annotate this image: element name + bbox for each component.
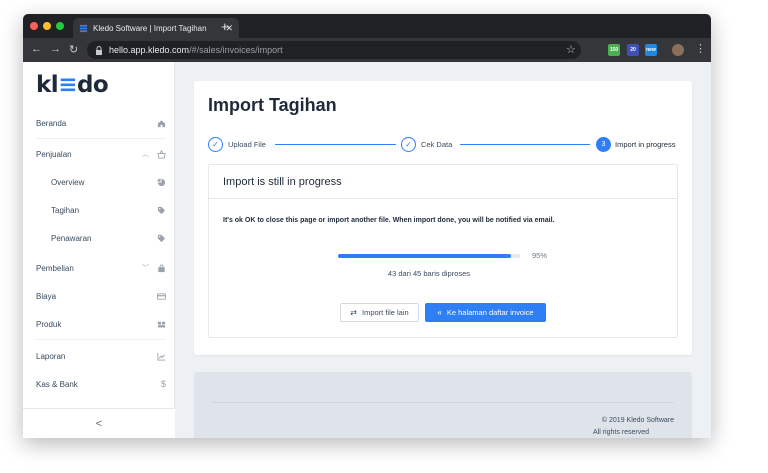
swap-icon: ⇄ <box>350 308 357 317</box>
chevron-down-icon: ﹀ <box>142 265 149 272</box>
lock-icon <box>96 45 102 55</box>
progress-caption: 43 dari 45 baris diproses <box>387 269 471 278</box>
step-connector <box>275 144 396 145</box>
tag-icon <box>157 234 166 242</box>
bookmark-star-icon[interactable]: ☆ <box>566 43 576 56</box>
logo-accent: ≡ <box>58 72 77 98</box>
kledo-favicon-icon <box>79 24 88 32</box>
sidebar-item-penawaran[interactable]: Penawaran <box>51 230 166 246</box>
progress-percent: 95% <box>532 251 548 260</box>
progress-panel: Import is still in progress It's ok OK t… <box>208 164 678 338</box>
sidebar-item-produk[interactable]: Produk <box>36 316 166 332</box>
import-stepper: ✓ Upload File ✓ Cek Data 3 Import in pro… <box>208 137 678 153</box>
sidebar-item-label: Biaya <box>36 291 57 301</box>
step-import-in-progress: Import in progress <box>615 140 676 149</box>
divider <box>36 138 166 139</box>
progress-panel-header: Import is still in progress <box>209 165 677 199</box>
sidebar-item-label: Tagihan <box>51 205 80 215</box>
import-card: Import Tagihan ✓ Upload File ✓ Cek Data … <box>194 81 692 355</box>
chevron-up-icon: ︿ <box>142 151 149 158</box>
import-notice: It's ok OK to close this page or import … <box>223 217 555 224</box>
progress-bar-fill <box>338 254 511 258</box>
browser-window: Kledo Software | Import Tagihan ✕ + ← → … <box>23 14 711 438</box>
step-number-badge: 3 <box>596 137 611 152</box>
address-bar[interactable]: hello.app.kledo.com/#/sales/invoices/imp… <box>87 41 581 59</box>
extension-icon-2[interactable]: 20 <box>627 44 639 56</box>
footer-rights: All rights reserved <box>593 429 650 436</box>
new-tab-icon[interactable]: + <box>221 19 229 34</box>
page-title: Import Tagihan <box>208 95 337 115</box>
box-icon <box>157 321 166 327</box>
step-cek-data: Cek Data <box>421 140 453 149</box>
footer: © 2019 Kledo Software All rights reserve… <box>194 372 692 438</box>
reload-icon[interactable]: ↻ <box>69 43 78 56</box>
url-path: /#/sales/invoices/import <box>189 45 283 55</box>
step-upload-file: Upload File <box>228 140 266 149</box>
browser-tab-bar: Kledo Software | Import Tagihan ✕ + <box>23 14 711 38</box>
logo-prefix: kl <box>36 72 59 98</box>
browser-menu-icon[interactable]: ⋮ <box>695 42 706 55</box>
sidebar-item-overview[interactable]: Overview <box>51 174 166 190</box>
basket-icon <box>157 149 166 159</box>
credit-card-icon <box>157 292 166 300</box>
kledo-logo[interactable]: kl≡do <box>36 72 109 98</box>
button-label: Import file lain <box>362 308 409 317</box>
go-to-invoice-list-button[interactable]: « Ke halaman daftar invoice <box>425 303 546 322</box>
sidebar-item-kas-bank[interactable]: Kas & Bank $ <box>36 376 166 392</box>
home-icon <box>157 119 166 127</box>
tags-icon <box>157 206 166 214</box>
extension-icon-1[interactable]: 150 <box>608 44 620 56</box>
line-chart-icon <box>157 352 166 361</box>
sidebar-collapse-button[interactable]: < <box>23 408 175 438</box>
url-host: hello.app.kledo.com <box>109 45 190 55</box>
pie-chart-icon <box>157 177 166 186</box>
sidebar-item-penjualan[interactable]: Penjualan ︿ <box>36 146 166 162</box>
minimize-window-button[interactable] <box>43 22 51 30</box>
sidebar-item-pembelian[interactable]: Pembelian ﹀ <box>36 260 166 276</box>
tab-title: Kledo Software | Import Tagihan <box>93 23 207 33</box>
browser-toolbar: ← → ↻ hello.app.kledo.com/#/sales/invoic… <box>23 38 711 62</box>
browser-tab[interactable]: Kledo Software | Import Tagihan ✕ <box>73 18 239 38</box>
footer-copyright: © 2019 Kledo Software <box>601 417 674 424</box>
sidebar-item-label: Penjualan <box>36 149 72 159</box>
bag-icon <box>158 264 165 272</box>
check-icon: ✓ <box>401 137 416 152</box>
sidebar-item-label: Beranda <box>36 118 67 128</box>
maximize-window-button[interactable] <box>56 22 64 30</box>
double-chevron-left-icon: « <box>437 308 442 317</box>
footer-divider <box>212 402 674 403</box>
dollar-icon: $ <box>160 379 166 389</box>
close-window-button[interactable] <box>30 22 38 30</box>
extension-icon-3[interactable]: new <box>645 44 657 56</box>
sidebar-item-label: Pembelian <box>36 263 74 273</box>
sidebar-item-label: Overview <box>51 177 85 187</box>
sidebar-item-beranda[interactable]: Beranda <box>36 115 166 131</box>
status-title: Import is still in progress <box>223 176 342 188</box>
check-icon: ✓ <box>208 137 223 152</box>
button-label: Ke halaman daftar invoice <box>446 308 534 317</box>
sidebar-item-biaya[interactable]: Biaya <box>36 288 166 304</box>
back-icon[interactable]: ← <box>31 43 42 55</box>
sidebar-item-label: Laporan <box>36 351 66 361</box>
progress-bar <box>338 254 520 258</box>
window-controls <box>30 22 64 30</box>
forward-icon[interactable]: → <box>50 43 61 55</box>
step-connector <box>460 144 590 145</box>
sidebar-item-tagihan[interactable]: Tagihan <box>51 202 166 218</box>
sidebar-item-label: Kas & Bank <box>36 379 78 389</box>
sidebar-item-laporan[interactable]: Laporan <box>36 348 166 364</box>
divider <box>36 339 166 340</box>
profile-avatar[interactable] <box>672 44 684 56</box>
import-other-file-button[interactable]: ⇄ Import file lain <box>340 303 419 322</box>
sidebar-item-label: Produk <box>36 319 62 329</box>
sidebar-item-label: Penawaran <box>51 233 92 243</box>
sidebar: kl≡do Beranda Penjualan ︿ Overview Tagih… <box>23 62 175 438</box>
logo-suffix: do <box>76 72 109 98</box>
